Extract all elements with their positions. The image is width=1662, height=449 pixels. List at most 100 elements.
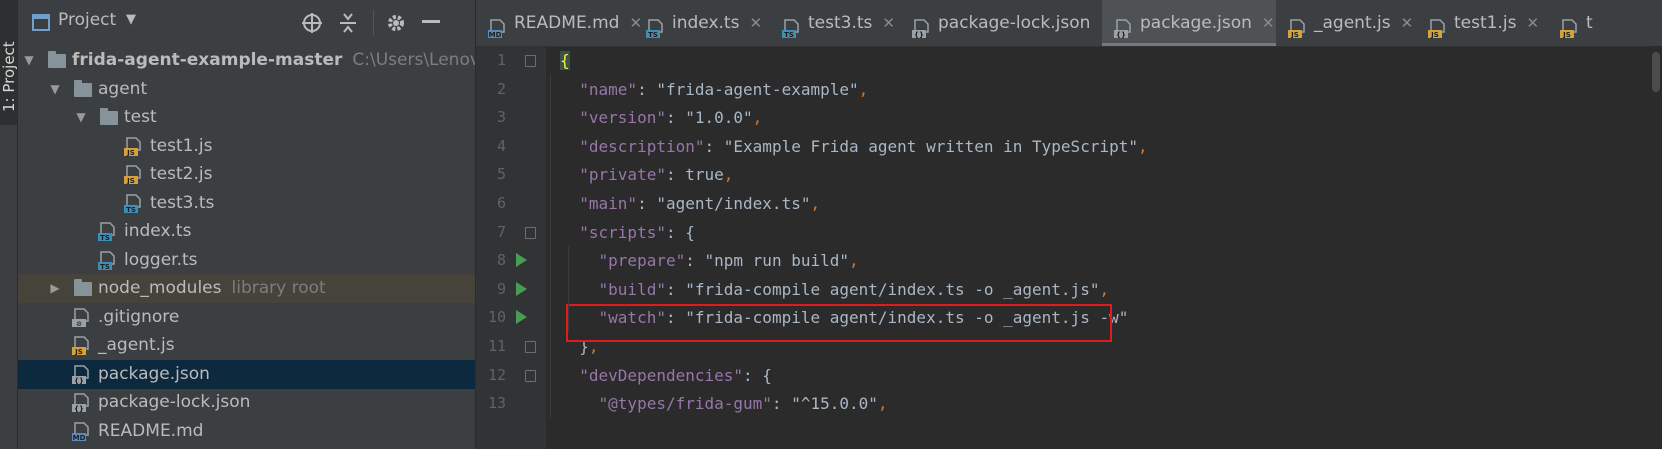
project-panel-title[interactable]: Project [58,10,116,30]
tree-item-label: test1.js [150,132,212,161]
svg-text:TS: TS [784,31,794,39]
editor-tab-label: index.ts [672,13,740,33]
editor-scrollbar-track[interactable] [1650,46,1662,449]
fold-marker-icon[interactable] [525,341,536,353]
collapse-all-icon[interactable] [338,12,358,34]
editor-tab[interactable]: {}package-lock.json✕ [900,0,1113,46]
fold-marker-icon[interactable] [525,226,536,239]
code-line: "build": "frida-compile agent/index.ts -… [598,279,1110,299]
tree-item[interactable]: JS test2.js [18,160,475,189]
svg-text:TS: TS [126,206,136,214]
editor-tab[interactable]: {} package.json ✕ [1102,0,1276,46]
svg-text:TS: TS [100,234,110,242]
md-file-icon: MD [72,421,89,442]
fold-marker-icon[interactable] [525,369,536,382]
tree-item-label: README.md [98,417,203,446]
tree-item[interactable]: ▼ test [18,103,475,132]
tree-item-hint: library root [231,278,326,298]
close-icon[interactable]: ✕ [1401,14,1414,32]
close-icon[interactable]: ✕ [1526,14,1539,32]
code-area[interactable]: { "name": "frida-agent-example", "versio… [546,46,1656,449]
tree-item-name: package-lock.json [98,392,251,412]
chevron-down-icon[interactable]: ▼ [126,12,136,27]
code-line: "version": "1.0.0", [579,108,763,128]
locate-target-icon[interactable] [301,12,323,34]
svg-text:JS: JS [126,149,135,157]
editor-tab[interactable]: TS test3.ts ✕ [770,0,900,46]
md-file-icon-wrap: MD [488,11,506,39]
editor-tab[interactable]: JS t [1548,0,1608,46]
project-tool-tab[interactable]: 1: Project [0,0,18,125]
editor-tab-label: test3.ts [808,13,873,33]
code-line: "devDependencies": { [579,365,772,385]
tree-item-hint: C:\Users\Lenovo [352,50,475,70]
fold-marker-icon[interactable] [525,55,536,67]
gitignore-file-icon: ⊘ [72,307,89,328]
tree-item[interactable]: TS logger.ts [18,246,475,275]
tree-item[interactable]: TS index.ts [18,217,475,246]
tree-item[interactable]: ▼ agent [18,75,475,104]
tree-item-label: .gitignore [98,303,179,332]
tree-item-label: package.json [98,360,210,389]
json-file-icon: {} [1114,19,1131,39]
js-file-icon: JS [124,165,141,185]
tree-item-name: agent [98,78,148,99]
editor-scrollbar-thumb[interactable] [1652,52,1660,92]
close-icon[interactable]: ✕ [1262,14,1275,32]
js-file-icon-wrap: JS [72,336,89,356]
json-file-icon-wrap: {} [72,393,89,413]
editor-tab-label: package.json [1140,13,1252,33]
expand-arrow-icon[interactable]: ▼ [48,75,62,104]
close-icon[interactable]: ✕ [749,14,762,32]
line-number: 10 [487,308,506,327]
tree-item[interactable]: {} package-lock.json [18,388,475,417]
run-script-icon[interactable] [516,253,527,268]
line-number: 5 [496,165,506,184]
tree-item-label: index.ts [124,217,191,246]
line-number: 7 [496,222,506,241]
tree-item[interactable]: ▶ node_modules library root [18,274,475,303]
tree-item-name: logger.ts [124,249,198,270]
editor-tab[interactable]: MD README.md ✕ [476,0,642,46]
tree-item[interactable]: {} package.json [18,359,475,389]
gear-icon[interactable] [385,12,407,34]
highlight-box [566,304,1112,343]
ts-file-icon-wrap: TS [782,11,800,39]
ts-file-icon: TS [98,250,115,271]
js-file-icon-wrap: JS [124,165,141,185]
tree-item[interactable]: ⊘ .gitignore [18,303,475,332]
json-file-icon-wrap: {} [1114,11,1132,39]
run-script-icon[interactable] [516,310,527,325]
svg-text:⊘: ⊘ [76,320,82,328]
svg-text:{}: {} [914,31,924,39]
tree-item[interactable]: ▼ frida-agent-example-master C:\Users\Leno… [18,46,475,75]
tree-item-label: logger.ts [124,246,198,275]
tree-item[interactable]: JS test1.js [18,132,475,161]
tree-item[interactable]: TS test3.ts [18,189,475,218]
editor-tab[interactable]: TS index.ts ✕ [634,0,770,46]
tree-item[interactable]: JS _agent.js [18,331,475,360]
svg-text:{}: {} [74,405,84,413]
js-file-icon-wrap: JS [124,136,141,157]
expand-arrow-icon[interactable]: ▼ [22,46,36,75]
code-line: { [560,46,570,75]
folder-icon [48,51,66,68]
line-number: 12 [487,365,506,384]
tree-item-name: package.json [98,363,210,384]
editor-tab-bar: MD README.md ✕ TS index.ts ✕ TS test3.ts ✕ {} pack… [476,0,1662,47]
run-script-icon[interactable] [516,281,527,296]
expand-arrow-icon[interactable]: ▼ [74,103,88,132]
tree-item[interactable]: MD README.md [18,417,475,446]
editor-tab[interactable]: JS _agent.js ✕ [1276,0,1416,46]
matched-brace: { [560,51,570,70]
indent-guide [568,246,569,332]
code-line: "private": true, [579,165,734,185]
code-line: "main": "agent/index.ts", [579,194,821,213]
svg-text:JS: JS [1290,31,1299,39]
close-icon[interactable]: ✕ [882,14,895,32]
collapse-arrow-icon[interactable]: ▶ [48,274,62,303]
editor-tab[interactable]: JS test1.js ✕ [1416,0,1548,46]
project-window-icon [32,14,50,31]
tree-item-label: frida-agent-example-master C:\Users\Lenov… [72,46,475,75]
minimize-icon[interactable] [422,20,440,24]
